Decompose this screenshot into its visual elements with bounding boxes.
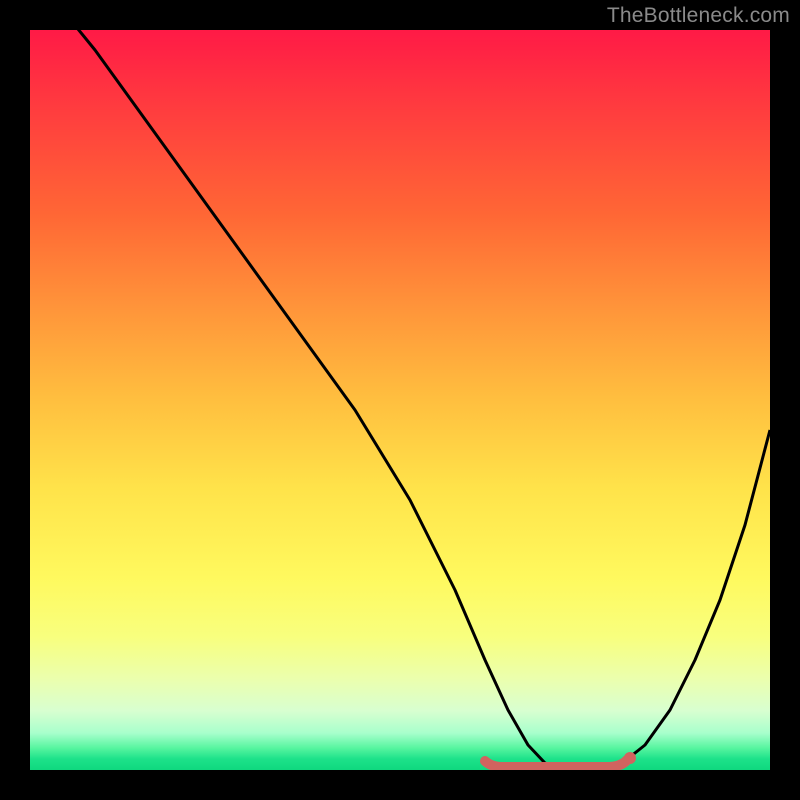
plot-area	[30, 30, 770, 770]
bottleneck-curve	[30, 30, 770, 768]
optimum-marker	[485, 760, 627, 767]
watermark-text: TheBottleneck.com	[607, 4, 790, 28]
optimum-end-dot	[624, 752, 636, 764]
chart-frame: TheBottleneck.com	[0, 0, 800, 800]
curve-layer	[30, 30, 770, 770]
